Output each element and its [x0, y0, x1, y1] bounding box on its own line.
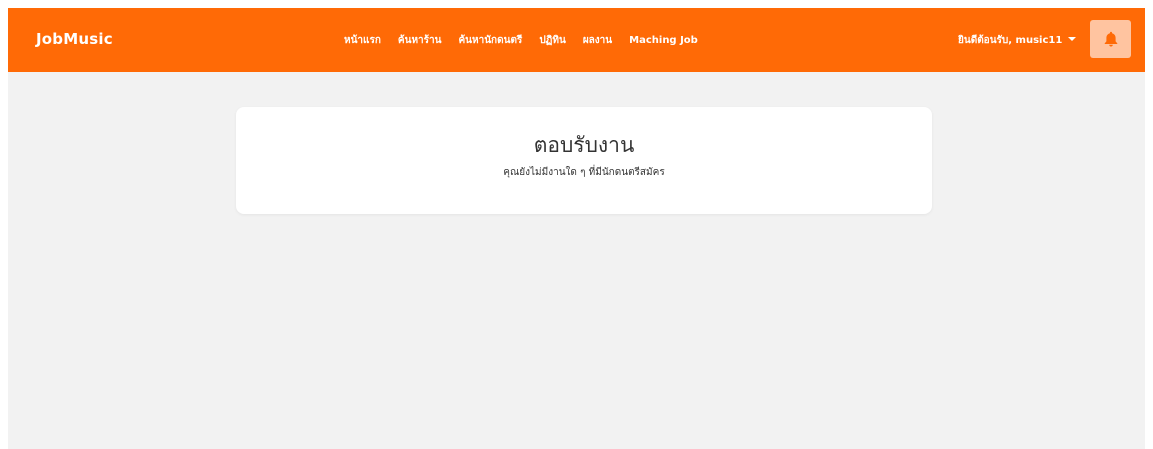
user-dropdown[interactable]: ยินดีต้อนรับ, music11: [958, 8, 1077, 72]
nav-link-home[interactable]: หน้าแรก: [344, 33, 381, 48]
notification-button[interactable]: [1090, 20, 1131, 58]
nav-link-matching-job[interactable]: Maching Job: [629, 35, 698, 46]
nav-links: หน้าแรก ค้นหาร้าน ค้นหานักดนตรี ปฏิทิน ผ…: [344, 8, 715, 72]
nav-link-portfolio[interactable]: ผลงาน: [583, 33, 612, 48]
nav-link-search-venues[interactable]: ค้นหาร้าน: [398, 33, 442, 48]
user-greeting: ยินดีต้อนรับ, music11: [958, 34, 1063, 46]
page-frame: JobMusic หน้าแรก ค้นหาร้าน ค้นหานักดนตรี…: [8, 8, 1145, 449]
accept-job-card: ตอบรับงาน คุณยังไม่มีงานใด ๆ ที่มีนักดนต…: [236, 107, 932, 214]
brand-logo[interactable]: JobMusic: [36, 30, 113, 48]
nav-link-search-musicians[interactable]: ค้นหานักดนตรี: [458, 33, 522, 48]
caret-down-icon: [1068, 37, 1077, 41]
empty-state-message: คุณยังไม่มีงานใด ๆ ที่มีนักดนตรีสมัคร: [503, 167, 665, 178]
card-title: ตอบรับงาน: [533, 133, 635, 157]
top-navbar: JobMusic หน้าแรก ค้นหาร้าน ค้นหานักดนตรี…: [8, 8, 1145, 72]
nav-link-calendar[interactable]: ปฏิทิน: [539, 33, 566, 48]
bell-icon: [1104, 31, 1117, 47]
